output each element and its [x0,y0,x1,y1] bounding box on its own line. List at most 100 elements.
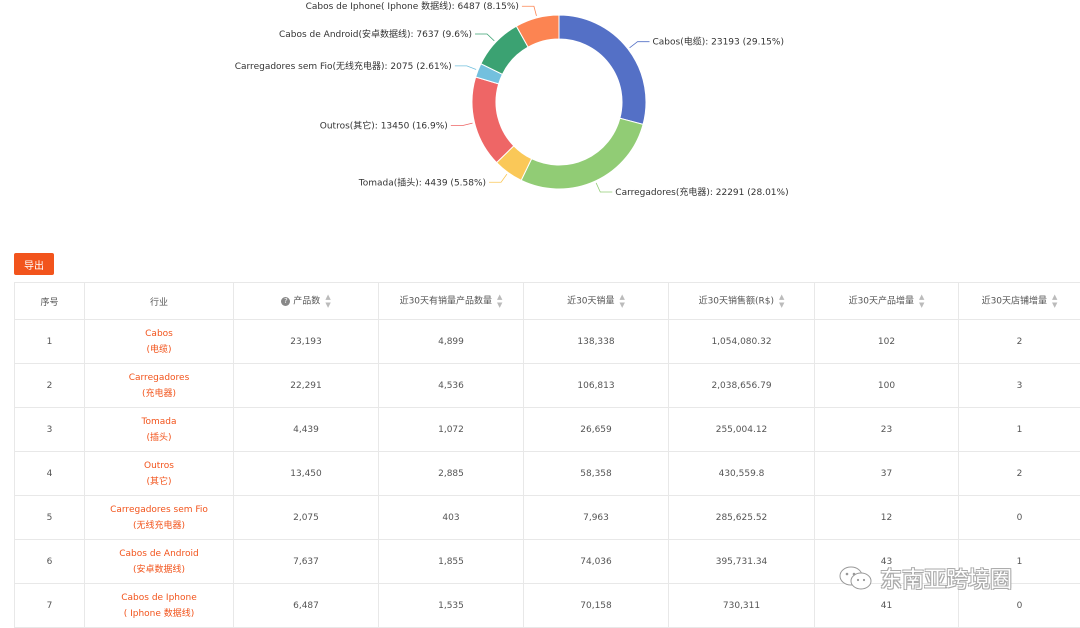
industry-link[interactable]: Tomada(插头) [142,414,177,446]
cell-industry[interactable]: Cabos de Android(安卓数据线) [85,540,234,584]
donut-chart: Cabos(电缆): 23193 (29.15%) Carregadores(充电… [0,0,1080,240]
slice-label: Tomada(插头): 4439 (5.58%) [358,176,486,188]
cell-sales: 138,338 [524,320,669,364]
label-leader-line [522,6,537,16]
sort-icon[interactable]: ▲▼ [1052,293,1057,309]
label-leader-line [451,123,473,125]
cell-sales: 74,036 [524,540,669,584]
cell-industry[interactable]: Tomada(插头) [85,408,234,452]
cell-industry[interactable]: Outros(其它) [85,452,234,496]
cell-no: 5 [15,496,85,540]
cell-sales: 106,813 [524,364,669,408]
slice-label: Cabos de Iphone( Iphone 数据线): 6487 (8.15… [306,0,519,12]
donut-slice[interactable] [521,118,643,189]
label-leader-line [596,183,612,192]
cell-sold-products: 1,072 [379,408,524,452]
cell-revenue: 1,054,080.32 [669,320,815,364]
sort-icon[interactable]: ▲▼ [497,293,502,309]
cell-industry[interactable]: Cabos(电缆) [85,320,234,364]
cell-sold-products: 4,899 [379,320,524,364]
watermark-text: 东南亚跨境圈 [880,562,1012,594]
sort-icon[interactable]: ▲▼ [325,293,330,309]
cell-products: 7,637 [234,540,379,584]
cell-products: 6,487 [234,584,379,628]
header-sold-products[interactable]: 近30天有销量产品数量▲▼ [379,283,524,320]
table-row: 4 Outros(其它) 13,450 2,885 58,358 430,559… [15,452,1080,496]
label-leader-line [455,66,476,70]
industry-link[interactable]: Carregadores sem Fio(无线充电器) [110,502,208,534]
industry-link[interactable]: Cabos(电缆) [145,326,173,358]
cell-industry[interactable]: Carregadores(充电器) [85,364,234,408]
label-leader-line [630,42,650,48]
question-circle-icon: ? [281,297,290,306]
sort-icon[interactable]: ▲▼ [919,293,924,309]
cell-store-increase: 0 [959,496,1080,540]
cell-sold-products: 1,535 [379,584,524,628]
header-industry: 行业 [85,283,234,320]
slice-label: Cabos(电缆): 23193 (29.15%) [653,36,784,48]
table-row: 3 Tomada(插头) 4,439 1,072 26,659 255,004.… [15,408,1080,452]
header-revenue[interactable]: 近30天销售额(R$)▲▼ [669,283,815,320]
cell-revenue: 430,559.8 [669,452,815,496]
cell-no: 6 [15,540,85,584]
cell-no: 7 [15,584,85,628]
donut-chart-area: Cabos(电缆): 23193 (29.15%) Carregadores(充电… [0,0,1080,240]
cell-products: 23,193 [234,320,379,364]
cell-products: 4,439 [234,408,379,452]
header-product-increase[interactable]: 近30天产品增量▲▼ [815,283,959,320]
cell-product-increase: 100 [815,364,959,408]
sort-icon[interactable]: ▲▼ [620,293,625,309]
slice-label: Outros(其它): 13450 (16.9%) [320,119,448,131]
industry-link[interactable]: Cabos de Iphone( Iphone 数据线) [121,590,197,622]
slice-label: Carregadores sem Fio(无线充电器): 2075 (2.61%… [235,60,452,72]
header-store-increase[interactable]: 近30天店铺增量▲▼ [959,283,1080,320]
industry-link[interactable]: Outros(其它) [144,458,174,490]
cell-no: 1 [15,320,85,364]
cell-industry[interactable]: Carregadores sem Fio(无线充电器) [85,496,234,540]
cell-store-increase: 2 [959,320,1080,364]
cell-revenue: 730,311 [669,584,815,628]
donut-slice[interactable] [472,77,514,163]
label-leader-line [475,34,494,41]
cell-sales: 70,158 [524,584,669,628]
cell-sales: 58,358 [524,452,669,496]
cell-sold-products: 1,855 [379,540,524,584]
watermark: 东南亚跨境圈 [838,562,1012,594]
wechat-icon [838,565,874,591]
cell-products: 13,450 [234,452,379,496]
cell-store-increase: 3 [959,364,1080,408]
cell-no: 2 [15,364,85,408]
cell-sold-products: 4,536 [379,364,524,408]
cell-product-increase: 12 [815,496,959,540]
label-leader-line [489,174,507,182]
table-row: 1 Cabos(电缆) 23,193 4,899 138,338 1,054,0… [15,320,1080,364]
table-header-row: 序号 行业 ?产品数▲▼ 近30天有销量产品数量▲▼ 近30天销量▲▼ 近30天… [15,283,1080,320]
header-sales[interactable]: 近30天销量▲▼ [524,283,669,320]
export-button[interactable]: 导出 [14,253,54,275]
cell-store-increase: 2 [959,452,1080,496]
cell-revenue: 285,625.52 [669,496,815,540]
cell-industry[interactable]: Cabos de Iphone( Iphone 数据线) [85,584,234,628]
cell-revenue: 395,731.34 [669,540,815,584]
industry-link[interactable]: Cabos de Android(安卓数据线) [119,546,198,578]
cell-products: 2,075 [234,496,379,540]
header-products[interactable]: ?产品数▲▼ [234,283,379,320]
cell-sales: 26,659 [524,408,669,452]
cell-no: 4 [15,452,85,496]
slice-label: Carregadores(充电器): 22291 (28.01%) [615,186,788,198]
sort-icon[interactable]: ▲▼ [779,293,784,309]
cell-product-increase: 37 [815,452,959,496]
donut-slice[interactable] [559,15,646,124]
cell-revenue: 255,004.12 [669,408,815,452]
slice-label: Cabos de Android(安卓数据线): 7637 (9.6%) [279,28,472,40]
cell-no: 3 [15,408,85,452]
cell-sold-products: 2,885 [379,452,524,496]
cell-store-increase: 1 [959,408,1080,452]
header-no: 序号 [15,283,85,320]
table-row: 2 Carregadores(充电器) 22,291 4,536 106,813… [15,364,1080,408]
cell-product-increase: 23 [815,408,959,452]
cell-sales: 7,963 [524,496,669,540]
industry-link[interactable]: Carregadores(充电器) [129,370,190,402]
cell-sold-products: 403 [379,496,524,540]
cell-products: 22,291 [234,364,379,408]
